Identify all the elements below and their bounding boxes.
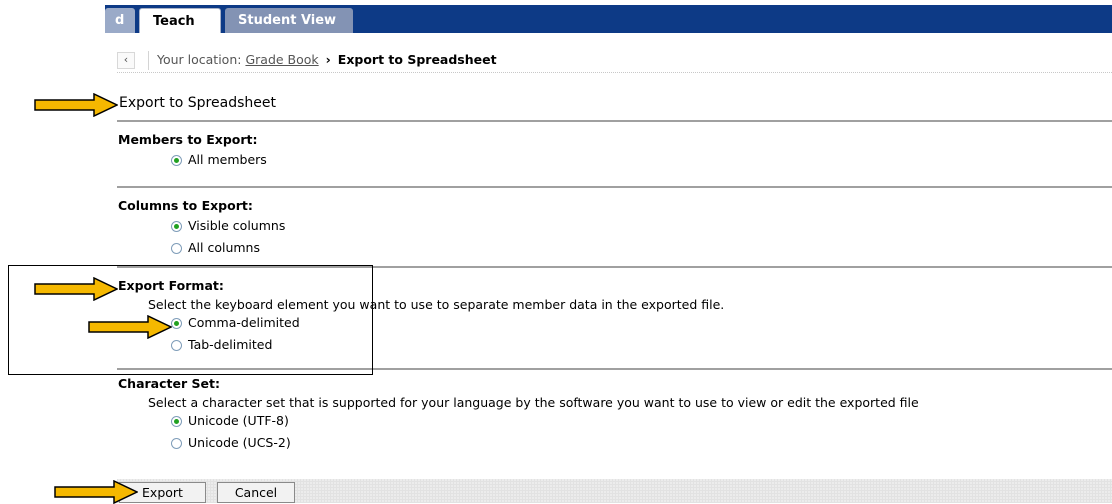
arrow-icon [88, 315, 172, 339]
radio-option[interactable]: Unicode (UTF-8) [171, 410, 1112, 432]
section-divider [117, 120, 1112, 122]
arrow-icon [54, 480, 138, 504]
breadcrumb-current: Export to Spreadsheet [337, 52, 497, 67]
radio-checked-icon[interactable] [171, 221, 182, 232]
radio-unchecked-icon[interactable] [171, 243, 182, 254]
arrow-icon [34, 277, 118, 301]
radio-option[interactable]: All members [171, 149, 1112, 171]
tab-bar: d Teach Student View [105, 5, 1112, 33]
section-heading: Members to Export: [118, 132, 258, 147]
members-section: Members to Export: All members [117, 120, 1112, 171]
radio-unchecked-icon[interactable] [171, 438, 182, 449]
section-heading: Character Set: [118, 376, 220, 391]
section-heading: Columns to Export: [118, 198, 253, 213]
radio-label: All members [188, 152, 267, 167]
breadcrumb-prefix: Your location: [157, 52, 242, 67]
breadcrumb: ‹ Your location: Grade Book › Export to … [117, 48, 1112, 73]
section-divider [117, 186, 1112, 188]
breadcrumb-link-grade-book[interactable]: Grade Book [245, 52, 318, 67]
tab-student-view[interactable]: Student View [225, 8, 353, 33]
radio-option[interactable]: Unicode (UCS-2) [171, 432, 1112, 454]
radio-label: Unicode (UTF-8) [188, 413, 289, 428]
tab-teach[interactable]: Teach [139, 8, 221, 33]
breadcrumb-text: Your location: Grade Book › Export to Sp… [157, 52, 497, 67]
radio-checked-icon[interactable] [171, 416, 182, 427]
radio-label: Visible columns [188, 218, 286, 233]
columns-section: Columns to Export: Visible columns All c… [117, 186, 1112, 259]
radio-label: All columns [188, 240, 260, 255]
section-description: Select a character set that is supported… [148, 395, 919, 410]
page-title: Export to Spreadsheet [119, 95, 276, 111]
arrow-icon [34, 93, 118, 117]
radio-option[interactable]: All columns [171, 237, 1112, 259]
back-icon[interactable]: ‹ [117, 52, 135, 69]
radio-checked-icon[interactable] [171, 155, 182, 166]
breadcrumb-divider [148, 51, 149, 70]
radio-option[interactable]: Visible columns [171, 215, 1112, 237]
character-set-section: Character Set: Select a character set th… [117, 368, 1112, 454]
radio-label: Unicode (UCS-2) [188, 435, 291, 450]
breadcrumb-separator: › [325, 52, 331, 67]
cancel-button[interactable]: Cancel [217, 482, 295, 503]
tab-partial[interactable]: d [105, 8, 135, 33]
action-bar: Export Cancel [117, 479, 1112, 503]
